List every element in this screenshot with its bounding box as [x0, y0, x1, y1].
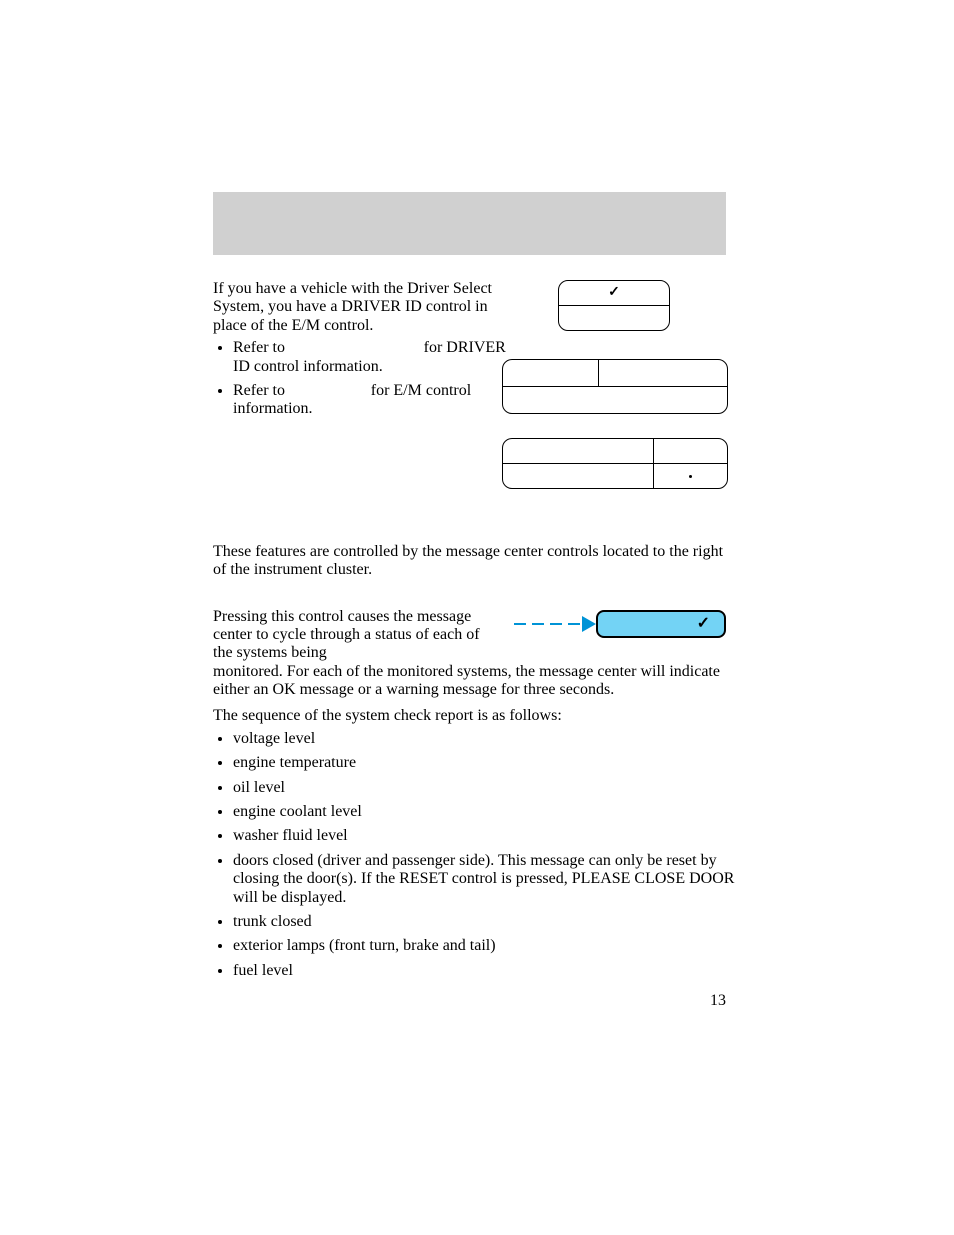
check-item: fuel level: [233, 962, 746, 980]
page: ✓: [0, 0, 954, 1235]
arrowhead-icon: [582, 616, 596, 632]
check-item: oil level: [233, 779, 746, 797]
header-band: [213, 192, 726, 255]
system-status-diagram: ✓: [514, 610, 726, 638]
page-number: 13: [710, 992, 726, 1010]
content-area: ✓: [213, 280, 726, 986]
check-item: voltage level: [233, 730, 746, 748]
intro-bullet-2: Refer to E/M control for E/M control inf…: [233, 382, 513, 419]
check-icon: ✓: [608, 285, 620, 301]
check-item: doors closed (driver and passenger side)…: [233, 852, 746, 907]
button-diagram-stack: ✓: [502, 280, 726, 489]
system-status-button: ✓: [596, 610, 726, 638]
intro-bullet-1: Refer to Driver select system for DRIVER…: [233, 339, 513, 376]
check-item: trunk closed: [233, 913, 746, 931]
check-item: exterior lamps (front turn, brake and ta…: [233, 937, 746, 955]
dashed-arrow-icon: [514, 616, 596, 632]
intro-paragraph: If you have a vehicle with the Driver Se…: [213, 280, 493, 335]
intro-bullets: Refer to Driver select system for DRIVER…: [213, 339, 513, 419]
check-item: engine temperature: [233, 754, 746, 772]
features-paragraph: These features are controlled by the mes…: [213, 543, 726, 580]
button-box-3: [502, 438, 728, 489]
check-icon: ✓: [697, 615, 710, 633]
dot-icon: [689, 475, 692, 478]
check-item: engine coolant level: [233, 803, 746, 821]
check-item: washer fluid level: [233, 827, 746, 845]
sequence-line: The sequence of the system check report …: [213, 707, 726, 725]
button-box-1: ✓: [558, 280, 670, 331]
check-items-list: voltage level engine temperature oil lev…: [213, 730, 746, 980]
button-box-2: [502, 359, 728, 414]
